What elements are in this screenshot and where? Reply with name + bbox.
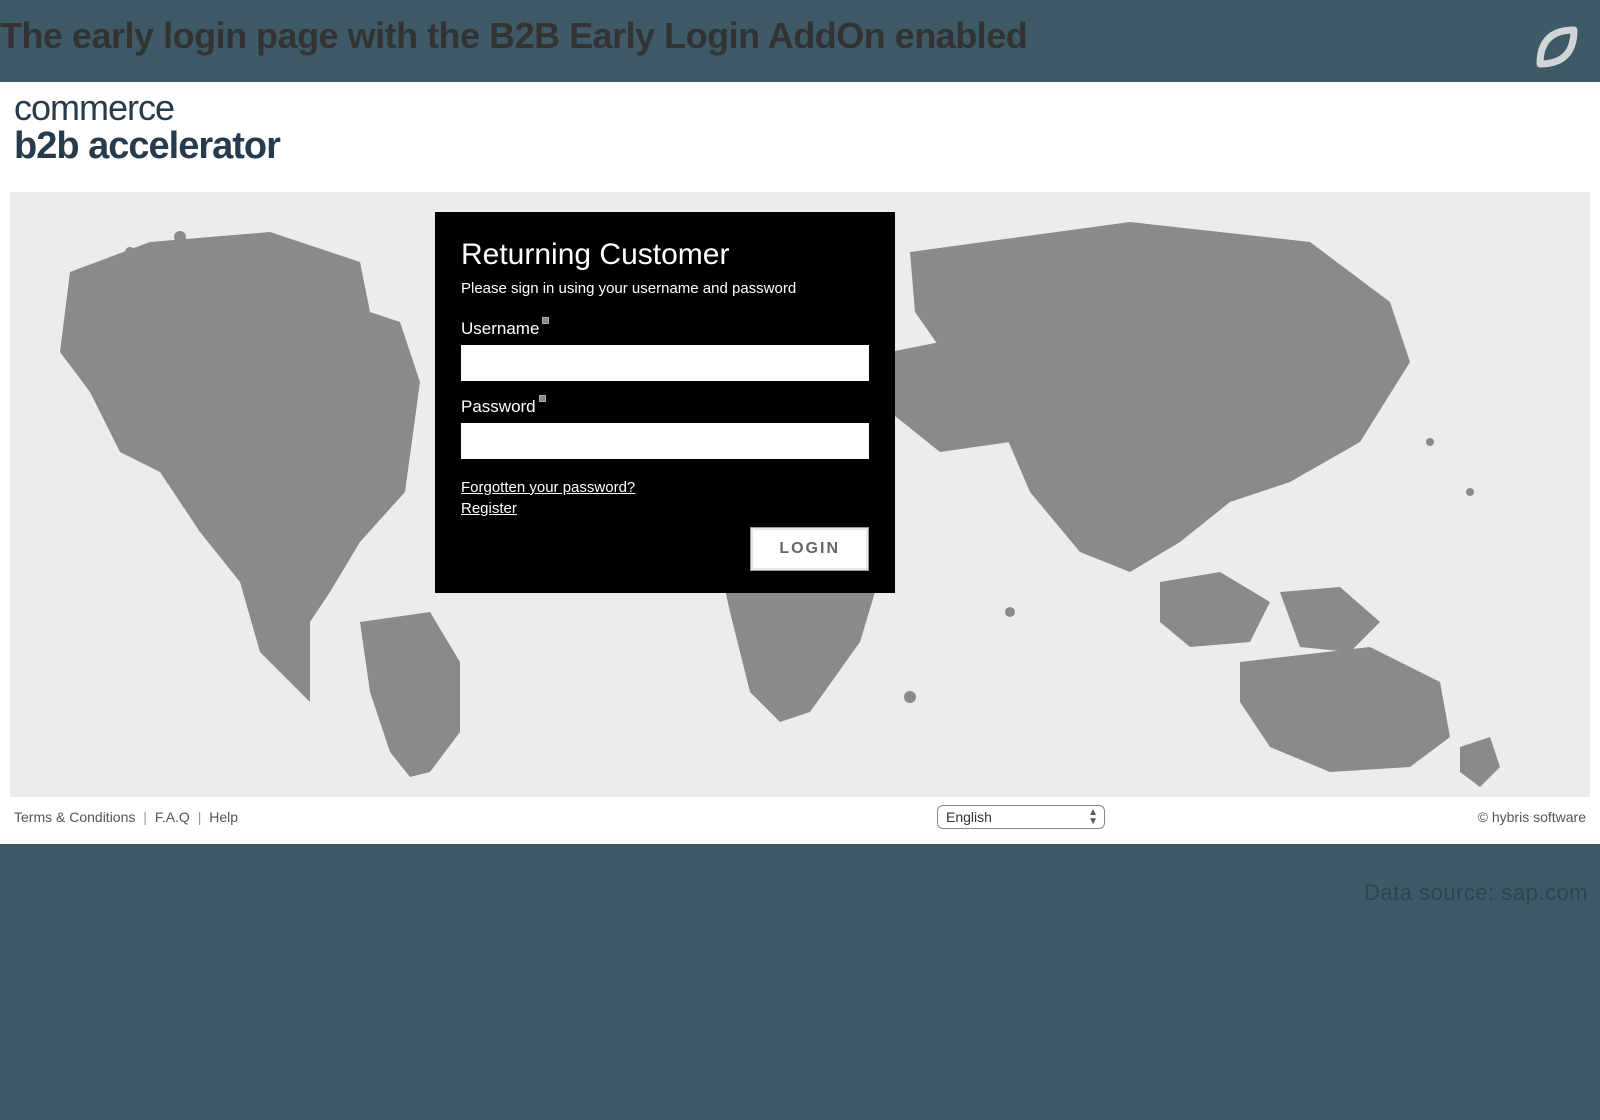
username-label: Username	[461, 319, 539, 339]
login-subtitle: Please sign in using your username and p…	[461, 280, 869, 297]
register-link[interactable]: Register	[461, 500, 517, 517]
faq-link[interactable]: F.A.Q	[155, 809, 190, 825]
leaf-icon	[1530, 20, 1580, 70]
data-source-label: Data source: sap.com	[1364, 880, 1588, 906]
login-button[interactable]: LOGIN	[750, 527, 869, 571]
bottom-band: Data source: sap.com	[0, 844, 1600, 1120]
language-selected-value: English	[946, 809, 992, 825]
login-panel: Returning Customer Please sign in using …	[435, 212, 895, 593]
password-label-text: Password	[461, 397, 536, 416]
brand-logo-line2: b2b accelerator	[14, 126, 1586, 168]
password-label: Password	[461, 397, 536, 417]
required-icon	[542, 317, 549, 324]
brand-logo: commerce b2b accelerator	[0, 82, 1600, 182]
brand-logo-line1: commerce	[14, 90, 1586, 126]
required-icon	[539, 395, 546, 402]
terms-link[interactable]: Terms & Conditions	[14, 809, 135, 825]
forgot-password-link[interactable]: Forgotten your password?	[461, 479, 635, 496]
password-input[interactable]	[461, 423, 869, 459]
footer-bar: Terms & Conditions | F.A.Q | Help Englis…	[0, 797, 1600, 837]
separator: |	[198, 809, 202, 825]
username-input[interactable]	[461, 345, 869, 381]
language-select[interactable]: English ▲▼	[937, 805, 1105, 829]
page-header: The early login page with the B2B Early …	[0, 0, 1600, 82]
footer-links: Terms & Conditions | F.A.Q | Help	[14, 809, 238, 825]
copyright: © hybris software	[1478, 809, 1586, 825]
hero-area: Returning Customer Please sign in using …	[10, 192, 1590, 797]
login-title: Returning Customer	[461, 238, 869, 272]
chevron-updown-icon: ▲▼	[1088, 808, 1098, 826]
page-title: The early login page with the B2B Early …	[0, 15, 1600, 57]
username-label-text: Username	[461, 319, 539, 338]
page-content: commerce b2b accelerator	[0, 82, 1600, 844]
separator: |	[143, 809, 147, 825]
help-link[interactable]: Help	[209, 809, 238, 825]
